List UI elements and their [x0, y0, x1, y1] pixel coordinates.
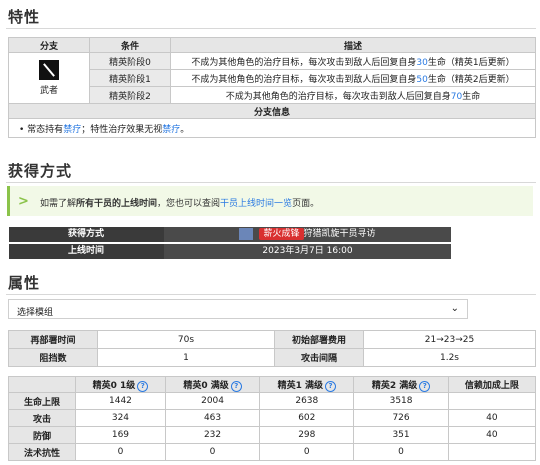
stat-name: 生命上限: [8, 392, 76, 410]
stats-header: 信赖加成上限: [447, 376, 537, 393]
condition-cell: 精英阶段2: [89, 86, 171, 104]
stat-value: 40: [447, 426, 537, 444]
stats-table: 精英0 1级? 精英0 满级? 精英1 满级? 精英2 满级? 信赖加成上限 生…: [8, 376, 537, 461]
banner-badge: 薪火成锋: [259, 228, 304, 240]
help-icon[interactable]: ?: [325, 380, 336, 392]
forbid-heal-link[interactable]: 禁疗: [63, 125, 81, 135]
stats-header: 精英0 1级?: [75, 376, 166, 393]
table-row: 防御 169 232 298 351 40: [8, 426, 537, 444]
traits-title: 特性: [8, 8, 41, 26]
stat-name: 攻击: [8, 409, 76, 427]
banner-image: [239, 227, 254, 240]
description-cell: 不成为其他角色的治疗目标，每次攻击到敌人后回复自身50生命（精英2后更新）: [170, 69, 536, 87]
redeploy-value: 70s: [97, 330, 275, 349]
obtain-method-value[interactable]: 薪火成锋 狩猎凯旋干员寻访: [164, 227, 451, 242]
stats-header: 精英2 满级?: [353, 376, 449, 393]
stat-value: 1442: [75, 392, 166, 410]
release-time-link[interactable]: 干员上线时间一览: [220, 199, 292, 209]
branch-info-header: 分支信息: [8, 103, 536, 119]
stat-value: 324: [75, 409, 166, 427]
stat-value: 2004: [164, 392, 261, 410]
stat-name: 法术抗性: [8, 443, 76, 461]
stat-value: [447, 443, 537, 461]
chevron-down-icon: ⌄: [450, 303, 459, 314]
divider: [6, 294, 536, 295]
chevron-right-icon: >: [18, 194, 29, 209]
obtain-title: 获得方式: [8, 162, 73, 180]
table-row: 攻击 324 463 602 726 40: [8, 409, 537, 427]
stat-value: 726: [353, 409, 449, 427]
traits-table: 分支 条件 描述 武者 精英阶段0 不成为其他角色的治疗目标，每次攻击到敌人后回…: [8, 37, 536, 138]
info-tip: > 如需了解所有干员的上线时间，您也可以查阅干员上线时间一览页面。: [7, 186, 533, 216]
release-time-row: 上线时间 2023年3月7日 16:00: [9, 244, 451, 259]
stat-value: 0: [353, 443, 449, 461]
description-cell: 不成为其他角色的治疗目标，每次攻击到敌人后回复自身70生命: [170, 86, 536, 104]
stats-header: 精英1 满级?: [259, 376, 355, 393]
condition-header: 条件: [89, 37, 171, 53]
stat-value: 351: [353, 426, 449, 444]
stat-value: 463: [164, 409, 261, 427]
obtain-method-label: 获得方式: [67, 229, 104, 239]
description-cell: 不成为其他角色的治疗目标，每次攻击到敌人后回复自身30生命（精英1后更新）: [170, 52, 536, 70]
table-row: 生命上限 1442 2004 2638 3518: [8, 392, 537, 410]
branch-name: 武者: [39, 86, 58, 96]
stat-value: 2638: [259, 392, 355, 410]
release-time-value: 2023年3月7日 16:00: [164, 244, 451, 259]
module-select[interactable]: 选择模组 ⌄: [8, 299, 468, 319]
redeploy-label: 再部署时间: [8, 330, 98, 349]
branch-header: 分支: [8, 37, 90, 53]
condition-cell: 精英阶段1: [89, 69, 171, 87]
stat-value: 0: [164, 443, 261, 461]
stat-value: 232: [164, 426, 261, 444]
divider: [6, 182, 536, 183]
cost-value: 21→23→25: [363, 330, 536, 349]
sword-icon: [39, 60, 59, 80]
branch-info: • 常态持有禁疗；特性治疗效果无视禁疗。: [8, 118, 536, 138]
obtain-method-row: 获得方式 薪火成锋 狩猎凯旋干员寻访: [9, 227, 451, 242]
release-time-label: 上线时间: [67, 246, 104, 256]
description-header: 描述: [170, 37, 536, 53]
attrs-title: 属性: [8, 274, 41, 292]
block-value: 1: [97, 348, 275, 367]
branch-cell[interactable]: 武者: [8, 52, 90, 104]
stat-value: 40: [447, 409, 537, 427]
stat-value: 0: [75, 443, 166, 461]
stat-value: 169: [75, 426, 166, 444]
deploy-table: 再部署时间 70s 初始部署费用 21→23→25 阻挡数 1 攻击间隔 1.2…: [8, 330, 536, 367]
stat-value: [447, 392, 537, 410]
divider: [6, 28, 536, 29]
cost-label: 初始部署费用: [274, 330, 364, 349]
stat-value: 298: [259, 426, 355, 444]
forbid-heal-link[interactable]: 禁疗: [162, 125, 180, 135]
table-row: 法术抗性 0 0 0 0: [8, 443, 537, 461]
stats-corner: [8, 376, 76, 393]
help-icon[interactable]: ?: [230, 380, 242, 392]
stat-value: 602: [259, 409, 355, 427]
help-icon[interactable]: ?: [137, 380, 149, 392]
interval-label: 攻击间隔: [274, 348, 364, 367]
stat-value: 0: [259, 443, 355, 461]
condition-cell: 精英阶段0: [89, 52, 171, 70]
interval-value: 1.2s: [363, 348, 536, 367]
help-icon[interactable]: ?: [419, 380, 431, 392]
stat-value: 3518: [353, 392, 449, 410]
stats-header: 精英0 满级?: [164, 376, 261, 393]
block-label: 阻挡数: [8, 348, 98, 367]
stat-name: 防御: [8, 426, 76, 444]
